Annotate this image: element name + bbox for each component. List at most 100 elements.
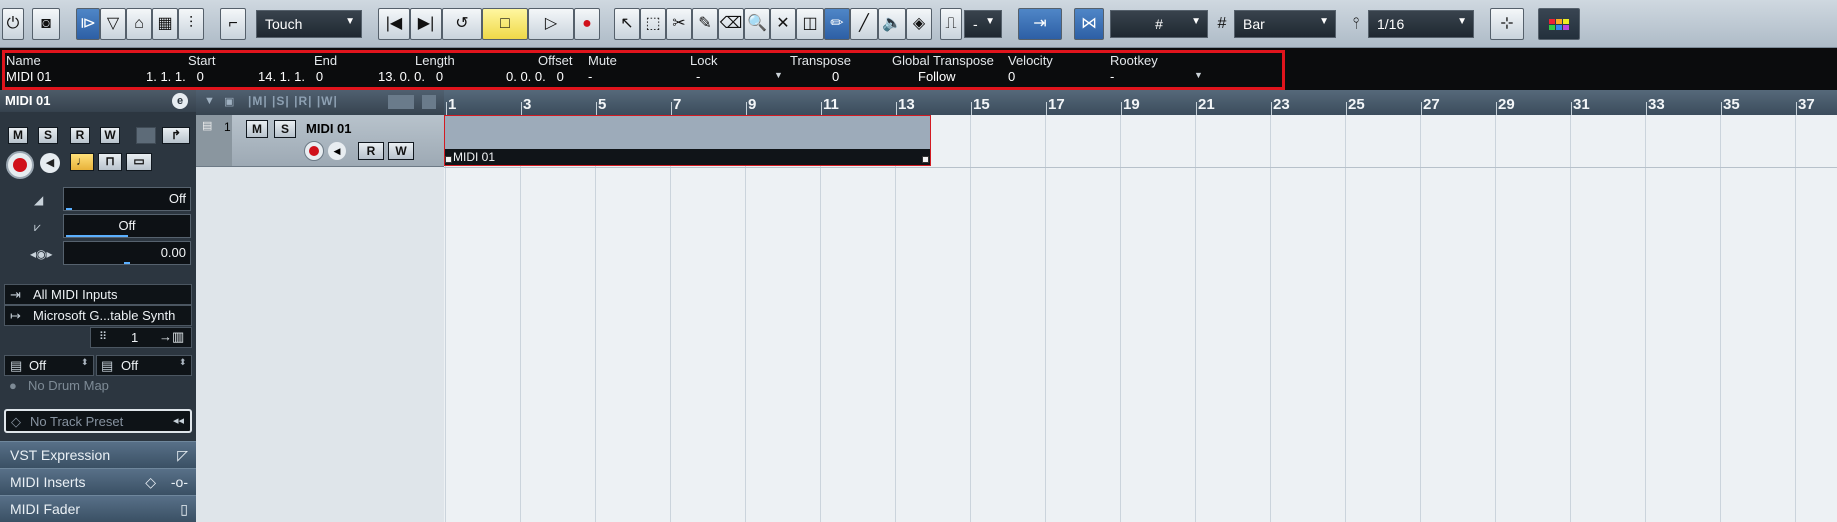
object-selection-icon[interactable]: ↖	[614, 8, 640, 40]
track-name[interactable]: MIDI 01	[306, 121, 352, 136]
automation-mode-select[interactable]: Touch ▼	[256, 10, 362, 38]
automation-icon[interactable]: ⌐	[220, 8, 246, 40]
draw-icon[interactable]: ✏	[824, 8, 850, 40]
track-record-enable-icon[interactable]	[304, 141, 324, 161]
track-monitor-icon[interactable]: ◀	[328, 142, 346, 160]
grid-type-select[interactable]: Bar ▼	[1234, 10, 1336, 38]
split-icon[interactable]: ✂	[666, 8, 692, 40]
program-select[interactable]: ▤ Off ⬍	[96, 355, 192, 376]
info-value-start[interactable]: 1. 1. 1. 0	[146, 69, 204, 84]
edit-channel-icon[interactable]: e	[172, 93, 188, 109]
edit-instrument-icon[interactable]: →▥	[159, 329, 184, 345]
track-solo-button[interactable]: S	[274, 120, 296, 138]
info-value-length[interactable]: 13. 0. 0. 0	[378, 69, 443, 84]
folder-icon: ▤	[202, 120, 213, 132]
inspector-timebase-icon[interactable]: ♩	[70, 153, 94, 171]
bank-select[interactable]: ▤ Off ⬍	[4, 355, 94, 376]
midi-output-select[interactable]: ↦ Microsoft G...table Synth	[4, 305, 192, 326]
drum-map-select[interactable]: ● No Drum Map	[4, 376, 192, 396]
cycle-icon[interactable]: ↺	[442, 8, 482, 40]
inspector-lock-icon[interactable]: ⊓	[98, 153, 122, 171]
volume-fader[interactable]: Off	[63, 187, 191, 211]
track-read-button[interactable]: R	[358, 142, 384, 160]
section-midi-fader[interactable]: MIDI Fader ▯	[0, 495, 196, 522]
line-tool-icon[interactable]: ╱	[850, 8, 878, 40]
snap-zero-crossing-icon[interactable]: ⊹	[1490, 8, 1524, 40]
mixer-icon[interactable]: ⌂	[126, 8, 152, 40]
info-value-end[interactable]: 14. 1. 1. 0	[258, 69, 323, 84]
inspector-record-enable-icon[interactable]	[6, 151, 34, 179]
midi-input-select[interactable]: ⇥ All MIDI Inputs	[4, 284, 192, 305]
snap-type-select[interactable]: # ▼	[1110, 10, 1208, 38]
quantize-select[interactable]: 1/16 ▼	[1368, 10, 1474, 38]
autoscroll-icon[interactable]: ⇥	[1018, 8, 1062, 40]
track-row[interactable]: ▤ 1 M S MIDI 01 ◀ R W	[196, 115, 444, 167]
goto-next-icon[interactable]: ▶|	[410, 8, 442, 40]
show-inspector-icon[interactable]: ⧐	[76, 8, 100, 40]
snap-toggle-icon[interactable]: ⋈	[1074, 8, 1104, 40]
info-value-transpose[interactable]: 0	[832, 69, 839, 84]
inspector-write-button[interactable]: W	[100, 127, 120, 144]
channel-settings-icon[interactable]: ⫶	[178, 8, 204, 40]
part-left-handle[interactable]	[445, 156, 452, 163]
info-value-global-transpose[interactable]: Follow	[918, 69, 956, 84]
inspector-monitor-icon[interactable]: ◀	[40, 153, 60, 173]
nudge-select[interactable]: - ▼	[964, 10, 1002, 38]
ruler-bar-label: 19	[1123, 96, 1140, 113]
pan-fader[interactable]: Off	[63, 214, 191, 238]
color-tool-icon[interactable]: ◈	[906, 8, 932, 40]
erase-icon[interactable]: ⌫	[718, 8, 744, 40]
inspector-read-button[interactable]: R	[70, 127, 90, 144]
filter-icon[interactable]: ▽	[100, 8, 126, 40]
track-list-toggle-icon[interactable]: ▣	[224, 95, 234, 108]
power-icon[interactable]: ⏻	[2, 8, 24, 40]
global-msrw-icons[interactable]: |M| |S| |R| |W|	[248, 94, 338, 108]
zoom-icon[interactable]: 🔍	[744, 8, 770, 40]
record-icon[interactable]: ●	[574, 8, 600, 40]
preset-expand-icon[interactable]: ◂◂	[173, 414, 184, 427]
arrange-area[interactable]	[444, 115, 1837, 522]
track-mute-button[interactable]: M	[246, 120, 268, 138]
color-palette-icon[interactable]	[1538, 8, 1580, 40]
inspector-route-icon[interactable]: ↱	[162, 127, 190, 144]
inspector-solo-button[interactable]: S	[38, 127, 58, 144]
inspector-lanes-icon[interactable]: ▭	[126, 153, 152, 171]
info-value-rootkey[interactable]: -	[1110, 69, 1114, 84]
window-layout-icon[interactable]: ▦	[152, 8, 178, 40]
info-value-velocity[interactable]: 0	[1008, 69, 1015, 84]
info-value-name[interactable]: MIDI 01	[6, 69, 52, 84]
info-value-lock[interactable]: -	[696, 69, 700, 84]
track-settings-icon[interactable]	[422, 95, 436, 109]
inspector-toggle-button[interactable]: ◙	[32, 8, 60, 40]
bar-grid-line	[1720, 115, 1721, 522]
info-value-mute[interactable]: -	[588, 69, 592, 84]
part-right-handle[interactable]	[922, 156, 929, 163]
delay-fader[interactable]: 0.00	[63, 241, 191, 265]
glue-icon[interactable]: ✎	[692, 8, 718, 40]
section-midi-inserts[interactable]: MIDI Inserts ◇ -o-	[0, 468, 196, 495]
mute-tool-icon[interactable]: ✕	[770, 8, 796, 40]
nudge-icon[interactable]: ⎍	[940, 8, 962, 40]
add-track-icon[interactable]: ▼	[204, 95, 215, 107]
program-stepper-icon[interactable]: ⬍	[179, 357, 187, 368]
section-vst-expression[interactable]: VST Expression ◸	[0, 441, 196, 468]
lock-dropdown-icon[interactable]: ▼	[774, 70, 783, 80]
range-selection-icon[interactable]: ⬚	[640, 8, 666, 40]
inspector-track-title[interactable]: MIDI 01 e	[0, 90, 196, 112]
play-icon[interactable]: ▷	[528, 8, 574, 40]
track-write-button[interactable]: W	[388, 142, 414, 160]
inserts-bypass-icon[interactable]: ◇	[145, 474, 156, 491]
stop-icon[interactable]: □	[482, 8, 528, 40]
track-preset-select[interactable]: ◇ No Track Preset ◂◂	[4, 409, 192, 433]
midi-channel-select[interactable]: ⠿ 1 →▥	[90, 327, 192, 348]
inspector-edit-in-place-icon[interactable]	[136, 127, 156, 144]
play-tool-icon[interactable]: 🔈	[878, 8, 906, 40]
timeline-ruler[interactable]	[444, 90, 1837, 115]
rootkey-dropdown-icon[interactable]: ▼	[1194, 70, 1203, 80]
inspector-mute-button[interactable]: M	[8, 127, 28, 144]
time-warp-icon[interactable]: ◫	[796, 8, 824, 40]
track-color-icon[interactable]	[388, 95, 414, 109]
bank-stepper-icon[interactable]: ⬍	[81, 357, 89, 368]
goto-previous-icon[interactable]: |◀	[378, 8, 410, 40]
info-value-offset[interactable]: 0. 0. 0. 0	[506, 69, 564, 84]
